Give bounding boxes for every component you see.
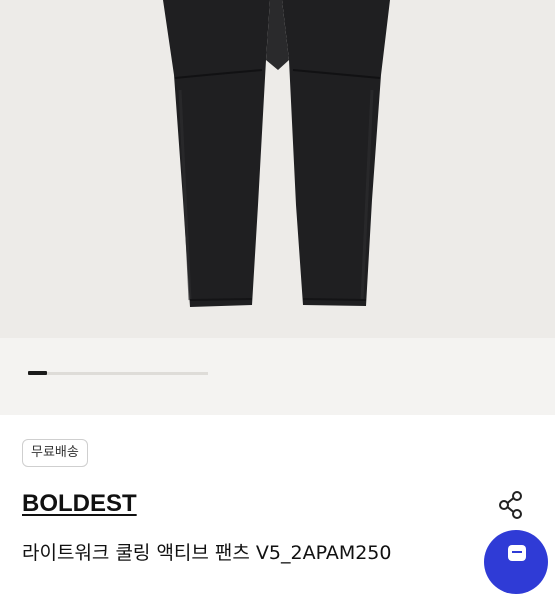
free-shipping-badge: 무료배송 bbox=[22, 439, 88, 467]
share-button[interactable] bbox=[495, 489, 527, 521]
product-image-carousel[interactable] bbox=[0, 0, 555, 415]
chat-icon bbox=[508, 545, 526, 561]
floating-chat-button[interactable] bbox=[484, 530, 548, 594]
brand-link[interactable]: BOLDEST bbox=[22, 490, 137, 518]
carousel-pager bbox=[0, 338, 555, 415]
pager-track bbox=[28, 372, 208, 375]
share-icon bbox=[499, 491, 522, 519]
product-photo-pants bbox=[0, 0, 555, 338]
pager-active-indicator bbox=[28, 371, 47, 375]
product-title: 라이트워크 쿨링 액티브 팬츠 V5_2APAM250 bbox=[22, 542, 392, 564]
